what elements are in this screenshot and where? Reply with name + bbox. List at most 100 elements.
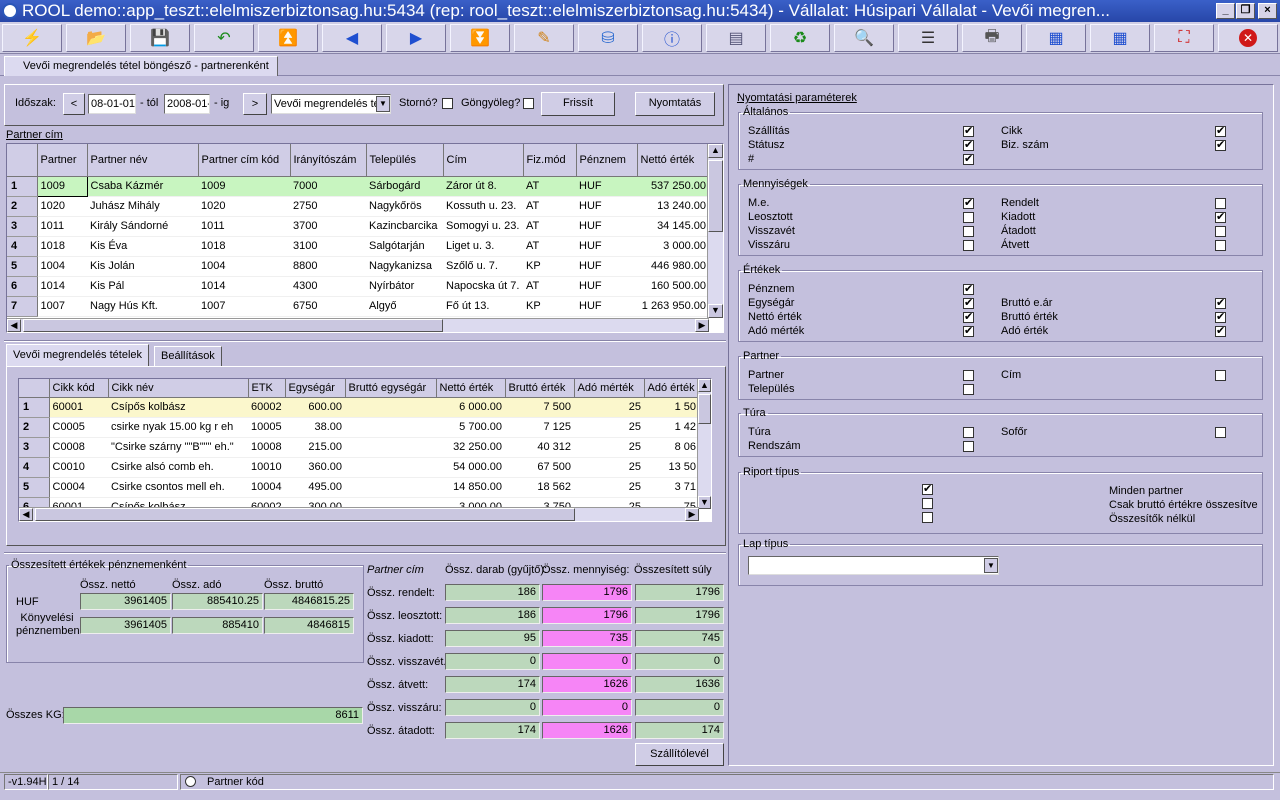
- item-cell[interactable]: 215.00: [285, 437, 345, 458]
- report-all-partners-checkbox[interactable]: [922, 482, 933, 495]
- item-col-header[interactable]: Adó mérték: [574, 379, 645, 398]
- item-cell[interactable]: 7 500: [505, 397, 574, 418]
- item-col-header[interactable]: Bruttó érték: [505, 379, 575, 398]
- print-option-checkbox[interactable]: [963, 124, 974, 137]
- scroll-up-icon[interactable]: ▲: [708, 144, 723, 158]
- item-cell[interactable]: 495.00: [285, 477, 345, 498]
- partner-col-header[interactable]: Település: [366, 144, 444, 177]
- item-cell[interactable]: 25: [574, 437, 644, 458]
- tab-settings[interactable]: Beállítások: [154, 346, 222, 366]
- fullscreen-icon[interactable]: ⛶: [1154, 24, 1214, 52]
- partner-cell[interactable]: Szőlő u. 7.: [443, 256, 523, 277]
- item-cell[interactable]: Csirke alsó comb eh.: [108, 457, 248, 478]
- print-option-checkbox[interactable]: [963, 212, 974, 223]
- scroll-left-icon[interactable]: ◀: [19, 508, 33, 521]
- print-option-checkbox[interactable]: [1215, 427, 1226, 438]
- partner-cell[interactable]: 13 240.00: [637, 196, 709, 217]
- item-cell[interactable]: 18 562: [505, 477, 574, 498]
- reload-icon[interactable]: ♻: [770, 24, 830, 52]
- print-preview-icon[interactable]: 🖶: [962, 24, 1022, 52]
- item-grid[interactable]: Cikk kód Cikk név ETK Egységár Bruttó egység…: [18, 378, 712, 522]
- partner-cell[interactable]: 4300: [290, 276, 366, 297]
- print-option-checkbox[interactable]: [963, 384, 974, 395]
- item-cell[interactable]: C0010: [49, 457, 108, 478]
- print-option-checkbox[interactable]: [963, 324, 974, 337]
- item-cell[interactable]: C0005: [49, 417, 108, 438]
- item-cell[interactable]: 25: [574, 477, 644, 498]
- item-row[interactable]: 1 60001 Csípős kolbász 60002 600.00 6 000.00 7…: [19, 397, 699, 418]
- partner-cell[interactable]: HUF: [576, 176, 637, 197]
- partner-cell[interactable]: Somogyi u. 23.: [443, 216, 523, 237]
- partner-col-header[interactable]: Cím: [443, 144, 524, 177]
- item-cell[interactable]: 10005: [248, 417, 285, 438]
- partner-row[interactable]: 2 1020 Juhász Mihály 1020 2750 Nagykőrös Kossu…: [7, 196, 709, 217]
- print-option-checkbox[interactable]: [963, 427, 974, 438]
- partner-cell[interactable]: AT: [523, 216, 576, 237]
- print-option-checkbox[interactable]: [1215, 240, 1226, 251]
- item-cell[interactable]: Csípős kolbász: [108, 397, 248, 418]
- partner-cell[interactable]: HUF: [576, 296, 637, 317]
- partner-cell[interactable]: 1004: [37, 256, 87, 277]
- partner-row[interactable]: 1 1009 Csaba Kázmér 1009 7000 Sárbogárd Záror …: [7, 175, 709, 197]
- print-option-checkbox[interactable]: [1215, 310, 1226, 323]
- item-cell[interactable]: [345, 397, 436, 418]
- scroll-right-icon[interactable]: ▶: [685, 508, 699, 521]
- item-horizontal-scrollbar[interactable]: ◀ ▶: [19, 507, 699, 521]
- item-col-header[interactable]: Adó érték: [644, 379, 700, 398]
- partner-cell[interactable]: Fő út 13.: [443, 296, 523, 317]
- partner-cell[interactable]: Napocska út 7.: [443, 276, 523, 297]
- layout-icon[interactable]: ☰: [898, 24, 958, 52]
- partner-cell[interactable]: AT: [523, 276, 576, 297]
- partner-cell[interactable]: 1 263 950.00: [637, 296, 709, 317]
- partner-cell[interactable]: 2750: [290, 196, 366, 217]
- partner-cell[interactable]: Záror út 8.: [443, 176, 523, 197]
- item-cell[interactable]: 25: [574, 457, 644, 478]
- item-cell[interactable]: 25: [574, 397, 644, 418]
- partner-cell[interactable]: 1009: [198, 176, 290, 197]
- partner-cell[interactable]: Nagykanizsa: [366, 256, 443, 277]
- item-cell[interactable]: 1 50: [644, 397, 699, 418]
- print-option-checkbox[interactable]: [1215, 198, 1226, 209]
- refresh-button[interactable]: Frissít: [541, 92, 615, 116]
- item-cell[interactable]: [345, 437, 436, 458]
- partner-cell[interactable]: 1018: [198, 236, 290, 257]
- item-cell[interactable]: [345, 457, 436, 478]
- item-col-header[interactable]: Cikk név: [108, 379, 249, 398]
- item-cell[interactable]: Csirke csontos mell eh.: [108, 477, 248, 498]
- chevron-down-icon[interactable]: ▼: [984, 558, 998, 573]
- item-vertical-scrollbar[interactable]: ▲ ▼: [697, 379, 711, 509]
- partner-cell[interactable]: AT: [523, 176, 576, 197]
- partner-cell[interactable]: 1020: [198, 196, 290, 217]
- partner-cell[interactable]: 6750: [290, 296, 366, 317]
- item-cell[interactable]: 3 71: [644, 477, 699, 498]
- partner-vertical-scrollbar[interactable]: ▲ ▼: [707, 144, 723, 318]
- hscroll-thumb[interactable]: [35, 508, 575, 521]
- item-row[interactable]: 5 C0004 Csirke csontos mell eh. 10004 495.00…: [19, 477, 699, 498]
- partner-grid[interactable]: Partner Partner név Partner cím kód Irányít…: [6, 143, 724, 333]
- print-option-checkbox[interactable]: [1215, 296, 1226, 309]
- scroll-up-icon[interactable]: ▲: [698, 379, 711, 392]
- period-prev-button[interactable]: <: [63, 93, 85, 115]
- report-no-totals-checkbox[interactable]: [922, 512, 933, 523]
- refresh-arrow-icon[interactable]: ↶: [194, 24, 254, 52]
- period-next-button[interactable]: >: [243, 93, 267, 115]
- date-to-input[interactable]: 2008-01-: [164, 94, 210, 114]
- partner-cell[interactable]: 1007: [37, 296, 87, 317]
- order-type-select[interactable]: Vevői megrendelés té ▼: [271, 94, 391, 114]
- partner-cell[interactable]: Salgótarján: [366, 236, 443, 257]
- database-icon[interactable]: ⛁: [578, 24, 638, 52]
- item-cell[interactable]: 10004: [248, 477, 285, 498]
- tab-browser[interactable]: Vevői megrendelés tétel böngésző - partn…: [4, 56, 278, 76]
- item-row[interactable]: 3 C0008 "Csirke szárny ""B""" eh." 10008 215…: [19, 437, 699, 458]
- partner-cell[interactable]: Csaba Kázmér: [87, 176, 198, 197]
- print-option-checkbox[interactable]: [963, 310, 974, 323]
- scroll-thumb[interactable]: [708, 160, 723, 232]
- scroll-down-icon[interactable]: ▼: [708, 304, 723, 318]
- partner-col-header[interactable]: Partner: [37, 144, 88, 177]
- item-cell[interactable]: 8 06: [644, 437, 699, 458]
- partner-cell[interactable]: 1014: [198, 276, 290, 297]
- partner-col-header[interactable]: Pénznem: [576, 144, 638, 177]
- partner-cell[interactable]: 1009: [36, 175, 88, 197]
- partner-cell[interactable]: AT: [523, 236, 576, 257]
- partner-cell[interactable]: 8800: [290, 256, 366, 277]
